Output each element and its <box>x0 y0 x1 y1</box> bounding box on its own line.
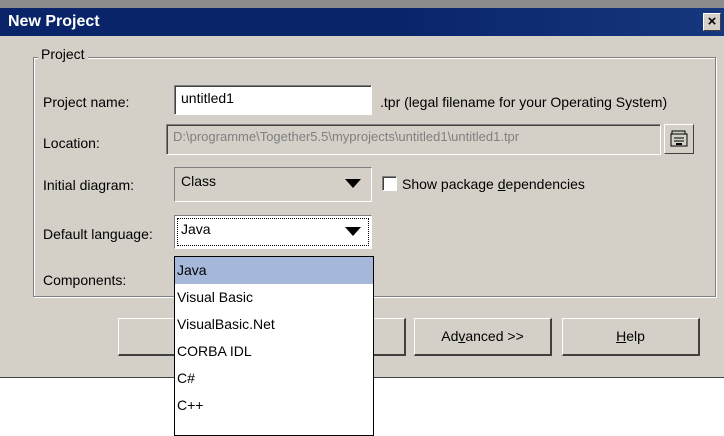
title-bar[interactable]: New Project × <box>0 8 724 36</box>
language-dropdown-list[interactable]: Java Visual Basic VisualBasic.Net CORBA … <box>174 256 374 436</box>
language-option-visualbasic-net[interactable]: VisualBasic.Net <box>175 311 373 338</box>
default-language-label: Default language: <box>43 226 153 242</box>
language-option-csharp[interactable]: C# <box>175 365 373 392</box>
group-legend: Project <box>38 46 88 62</box>
ok-button[interactable] <box>118 318 176 356</box>
background-window-strip <box>0 0 724 8</box>
language-option-cpp[interactable]: C++ <box>175 392 373 419</box>
default-language-select[interactable]: Java <box>174 215 372 249</box>
show-package-dependencies-checkbox[interactable] <box>382 176 397 191</box>
chevron-down-icon[interactable] <box>345 179 361 188</box>
close-button[interactable]: × <box>703 13 721 31</box>
language-option-corba-idl[interactable]: CORBA IDL <box>175 338 373 365</box>
project-groupbox <box>33 57 716 297</box>
show-package-dependencies-label[interactable]: Show package dependencies <box>402 176 585 192</box>
help-button[interactable]: Help <box>562 318 700 356</box>
language-option-java[interactable]: Java <box>175 257 373 284</box>
initial-diagram-label: Initial diagram: <box>43 177 135 193</box>
project-name-input[interactable]: untitled1 <box>174 85 372 115</box>
location-input[interactable]: D:\programme\Together5.5\myprojects\unti… <box>166 124 661 155</box>
initial-diagram-select[interactable]: Class <box>174 167 372 202</box>
location-label: Location: <box>43 135 100 151</box>
components-label: Components: <box>43 272 127 288</box>
project-name-hint: .tpr (legal filename for your Operating … <box>380 94 668 110</box>
cancel-button[interactable] <box>374 318 406 356</box>
browse-location-button[interactable] <box>664 124 694 154</box>
folder-browse-icon <box>670 130 688 147</box>
project-name-label: Project name: <box>43 94 130 110</box>
initial-diagram-value: Class <box>181 173 217 189</box>
advanced-button[interactable]: Advanced >> <box>414 318 552 356</box>
close-icon: × <box>707 13 717 30</box>
dialog-title: New Project <box>8 13 100 30</box>
chevron-down-icon[interactable] <box>345 227 361 236</box>
language-option-visual-basic[interactable]: Visual Basic <box>175 284 373 311</box>
default-language-value: Java <box>181 221 211 237</box>
